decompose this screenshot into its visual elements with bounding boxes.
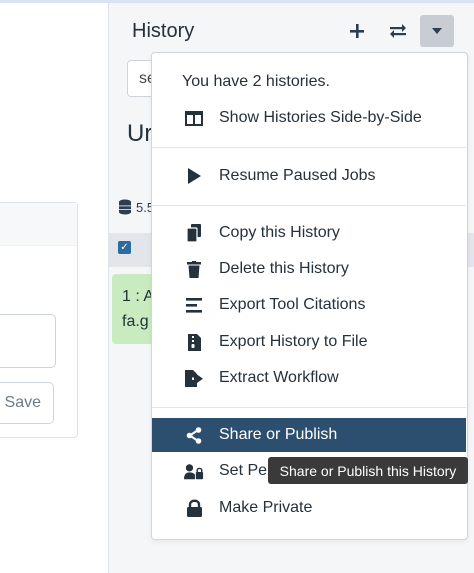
menu-divider	[152, 147, 466, 148]
left-card-header	[0, 203, 77, 246]
menu-item-delete-history[interactable]: Delete this History	[152, 252, 466, 286]
dataset-filename: fa.g	[122, 313, 149, 330]
menu-item-label: Share or Publish	[219, 426, 338, 443]
menu-divider	[152, 205, 466, 206]
file-archive-icon	[184, 333, 204, 351]
lock-icon	[184, 499, 204, 517]
left-text-input[interactable]	[0, 314, 56, 368]
exchange-icon	[390, 24, 406, 38]
menu-item-make-private[interactable]: Make Private	[152, 491, 466, 525]
menu-item-extract-workflow[interactable]: Extract Workflow	[152, 361, 466, 395]
copy-icon	[184, 224, 204, 242]
user-lock-icon	[184, 462, 204, 480]
trash-icon	[184, 260, 204, 278]
menu-item-copy-history[interactable]: Copy this History	[152, 216, 466, 250]
switch-history-button[interactable]	[384, 17, 412, 45]
file-export-icon	[184, 369, 204, 387]
menu-item-label: Copy this History	[219, 224, 340, 241]
menu-divider	[152, 407, 466, 408]
menu-item-label: Set Pe	[219, 462, 268, 479]
menu-item-label: Delete this History	[219, 260, 349, 277]
menu-item-show-side-by-side[interactable]: Show Histories Side-by-Side	[152, 101, 466, 135]
menu-item-resume-paused-jobs[interactable]: Resume Paused Jobs	[152, 159, 466, 193]
play-icon	[184, 167, 204, 185]
dataset-title: 1 : A	[122, 288, 155, 305]
menu-item-label: Show Histories Side-by-Side	[219, 109, 422, 126]
columns-icon	[184, 109, 204, 127]
menu-header: You have 2 histories.	[182, 73, 330, 90]
menu-item-label: Make Private	[219, 499, 313, 516]
history-panel-title: History	[132, 20, 195, 42]
menu-item-export-tool-citations[interactable]: Export Tool Citations	[152, 288, 466, 322]
share-publish-tooltip: Share or Publish this History	[268, 457, 468, 484]
select-all-checkbox[interactable]: ✓	[118, 241, 131, 254]
caret-down-icon	[432, 28, 442, 34]
plus-icon	[350, 24, 364, 38]
history-options-button[interactable]	[420, 15, 454, 47]
menu-item-label: Export Tool Citations	[219, 296, 366, 313]
create-history-button[interactable]	[343, 17, 371, 45]
menu-item-label: Extract Workflow	[219, 369, 339, 386]
history-name[interactable]: Ur	[127, 120, 152, 148]
share-icon	[184, 426, 204, 444]
list-icon	[184, 296, 204, 314]
save-button[interactable]: Save	[0, 382, 54, 424]
menu-item-label: Resume Paused Jobs	[219, 167, 376, 184]
menu-item-export-history-to-file[interactable]: Export History to File	[152, 325, 466, 359]
history-size[interactable]: 5.5	[118, 199, 154, 215]
database-icon	[119, 199, 131, 215]
menu-item-label: Export History to File	[219, 333, 368, 350]
menu-item-share-or-publish[interactable]: Share or Publish	[152, 418, 466, 452]
